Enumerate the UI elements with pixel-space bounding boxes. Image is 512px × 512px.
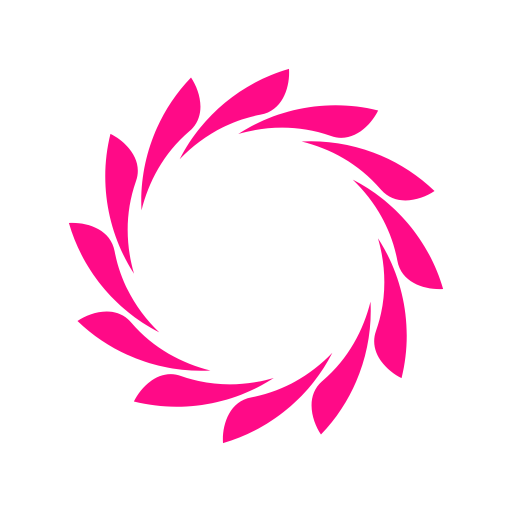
swirl-petal <box>317 238 461 380</box>
pink-swirl-icon <box>51 51 461 461</box>
swirl-petal <box>51 132 195 274</box>
swirl-petal <box>132 317 274 461</box>
logo-canvas <box>0 0 512 512</box>
swirl-petals <box>51 51 461 461</box>
swirl-petal <box>238 51 380 195</box>
